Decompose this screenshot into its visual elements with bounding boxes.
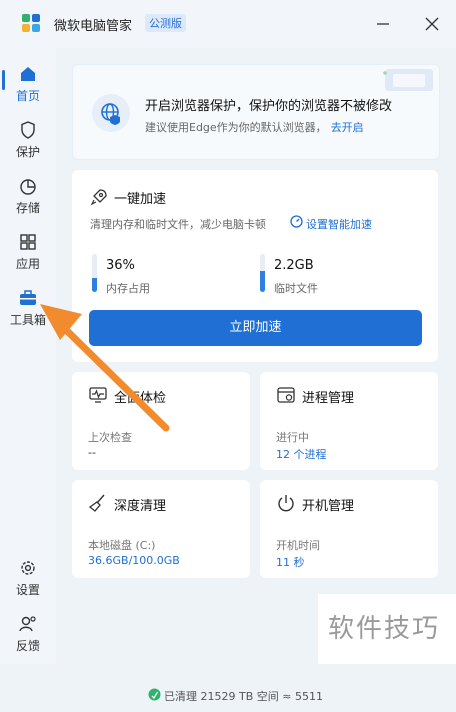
cleaned-space-text: 已清理 21529 TB 空间 ≈ 5511 bbox=[164, 690, 323, 703]
power-icon bbox=[278, 495, 294, 512]
browser-protection-card: 开启浏览器保护，保护你的浏览器不被修改 建议使用Edge作为你的默认浏览器， 去开… bbox=[72, 64, 440, 160]
gauge-icon bbox=[290, 215, 303, 228]
pie-chart-icon bbox=[20, 179, 36, 195]
sidebar-item-storage[interactable]: 存储 bbox=[0, 176, 56, 226]
tile-title: 全面体检 bbox=[114, 391, 167, 406]
watermark: 软件技巧 bbox=[318, 594, 456, 664]
title-bar: 微软电脑管家 公测版 bbox=[0, 0, 456, 48]
boost-subtitle: 清理内存和临时文件，减少电脑卡顿 bbox=[90, 218, 266, 231]
disk-usage-value[interactable]: 36.6GB/100.0GB bbox=[88, 554, 180, 567]
sidebar-item-settings[interactable]: 设置 bbox=[0, 558, 56, 608]
gear-icon bbox=[21, 561, 35, 575]
smart-boost-link[interactable]: 设置智能加速 bbox=[306, 216, 372, 232]
main-content: 开启浏览器保护，保护你的浏览器不被修改 建议使用Edge作为你的默认浏览器， 去开… bbox=[56, 48, 456, 703]
tile-title: 开机管理 bbox=[302, 499, 355, 514]
tile-subtitle: 进行中 bbox=[276, 431, 309, 444]
monitor-pulse-icon bbox=[89, 387, 107, 403]
boot-time-value[interactable]: 11 秒 bbox=[276, 554, 305, 570]
status-footer: 已清理 21529 TB 空间 ≈ 5511 bbox=[56, 680, 456, 712]
rocket-icon bbox=[90, 189, 107, 206]
memory-meter-fill bbox=[92, 278, 97, 292]
minimize-icon bbox=[377, 23, 389, 25]
app-title: 微软电脑管家 bbox=[54, 19, 133, 34]
sidebar-item-label: 反馈 bbox=[15, 639, 40, 653]
toolbox-icon bbox=[20, 290, 36, 305]
sidebar-item-apps[interactable]: 应用 bbox=[0, 232, 56, 282]
apps-icon bbox=[20, 234, 36, 250]
sidebar-item-label: 存储 bbox=[15, 201, 40, 215]
close-icon bbox=[425, 17, 439, 31]
minimize-button[interactable] bbox=[371, 12, 395, 36]
watermark-text: 软件技巧 bbox=[328, 614, 441, 644]
sidebar-item-label: 工具箱 bbox=[9, 313, 46, 327]
boost-card: 一键加速 清理内存和临时文件，减少电脑卡顿 设置智能加速 36% 内存占用 2.… bbox=[72, 170, 438, 362]
sidebar-item-feedback[interactable]: 反馈 bbox=[0, 614, 56, 664]
broom-icon bbox=[88, 494, 105, 512]
temp-files-meter-fill bbox=[260, 271, 265, 292]
deep-clean-tile[interactable]: 深度清理 本地磁盘 (C:) 36.6GB/100.0GB bbox=[72, 480, 250, 578]
startup-manager-tile[interactable]: 开机管理 开机时间 11 秒 bbox=[260, 480, 438, 578]
close-button[interactable] bbox=[420, 12, 444, 36]
browser-shield-icon bbox=[92, 94, 130, 132]
tile-subtitle: 本地磁盘 (C:) bbox=[88, 539, 156, 552]
temp-files-label: 临时文件 bbox=[274, 282, 318, 295]
beta-badge: 公测版 bbox=[145, 14, 186, 32]
process-manager-tile[interactable]: 进程管理 进行中 12 个进程 bbox=[260, 372, 438, 470]
shield-icon bbox=[21, 121, 35, 139]
process-count-link[interactable]: 12 个进程 bbox=[276, 446, 327, 462]
home-icon bbox=[21, 67, 35, 81]
tile-subtitle: 上次检查 bbox=[88, 431, 132, 444]
sidebar-item-label: 设置 bbox=[15, 583, 40, 597]
tile-subtitle: 开机时间 bbox=[276, 539, 320, 552]
sidebar-item-label: 应用 bbox=[15, 257, 40, 271]
temp-files-value: 2.2GB bbox=[274, 258, 314, 273]
sidebar-item-home[interactable]: 首页 bbox=[0, 64, 56, 114]
sidebar: 首页 保护 存储 应用 工具箱 设置 反馈 bbox=[0, 48, 56, 664]
temp-files-meter bbox=[260, 254, 265, 292]
sidebar-item-protect[interactable]: 保护 bbox=[0, 120, 56, 170]
full-checkup-tile[interactable]: 全面体检 上次检查 -- bbox=[72, 372, 250, 470]
sidebar-item-toolbox[interactable]: 工具箱 bbox=[0, 288, 56, 338]
browser-illustration bbox=[383, 69, 433, 91]
process-icon bbox=[277, 387, 295, 403]
leaf-icon bbox=[148, 688, 161, 701]
memory-value: 36% bbox=[106, 258, 135, 273]
sidebar-item-label: 首页 bbox=[15, 89, 40, 103]
app-logo-icon bbox=[22, 14, 40, 32]
feedback-icon bbox=[19, 616, 36, 632]
tile-title: 进程管理 bbox=[302, 391, 355, 406]
browser-protection-subtitle: 建议使用Edge作为你的默认浏览器， 去开启 bbox=[145, 119, 364, 135]
memory-meter bbox=[92, 254, 97, 292]
sidebar-item-label: 保护 bbox=[15, 145, 40, 159]
memory-label: 内存占用 bbox=[106, 282, 150, 295]
boost-now-button[interactable]: 立即加速 bbox=[89, 310, 422, 346]
enable-link[interactable]: 去开启 bbox=[331, 121, 364, 134]
browser-protection-title: 开启浏览器保护，保护你的浏览器不被修改 bbox=[145, 99, 393, 114]
tile-value: -- bbox=[88, 446, 96, 459]
browser-protection-hint: 建议使用Edge作为你的默认浏览器， bbox=[145, 121, 327, 134]
boost-title: 一键加速 bbox=[114, 192, 167, 207]
tile-title: 深度清理 bbox=[114, 499, 167, 514]
